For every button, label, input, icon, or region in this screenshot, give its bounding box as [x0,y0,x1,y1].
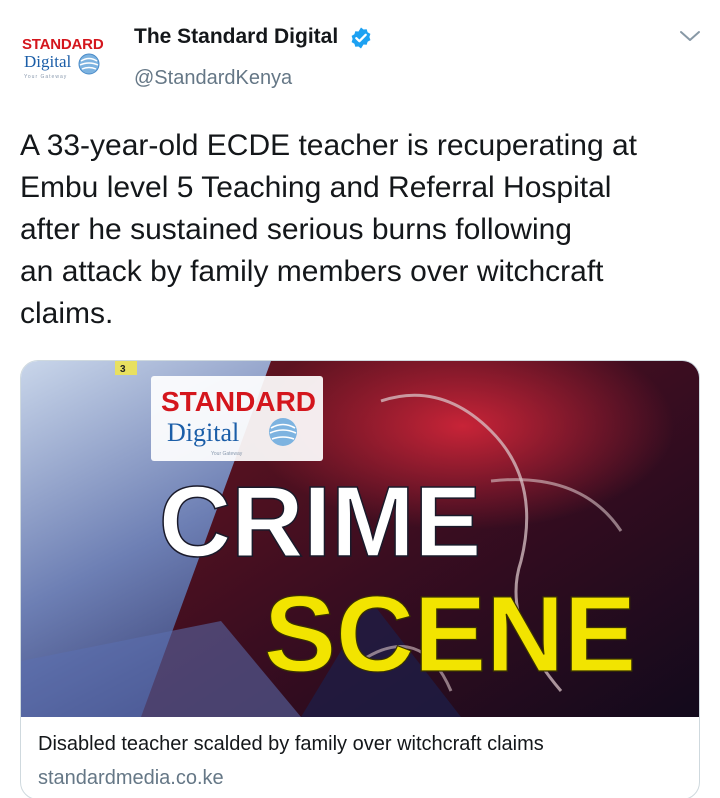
verified-icon [351,27,371,49]
tweet: STANDARD Digital Your Gateway The Standa… [0,0,720,798]
card-tagline: Your Gateway [211,451,243,457]
link-card[interactable]: 3 STANDARD Digital Your Gateway CRIME SC… [20,360,700,798]
globe-icon [78,53,100,75]
tweet-text: A 33-year-old ECDE teacher is recuperati… [20,129,637,330]
card-title[interactable]: Disabled teacher scalded by family over … [38,733,544,756]
avatar-brand-digital: Digital [24,52,72,71]
chevron-down-icon[interactable] [678,28,702,44]
scene-headline: SCENE [264,573,636,694]
avatar[interactable]: STANDARD Digital Your Gateway [20,28,112,92]
card-domain[interactable]: standardmedia.co.ke [38,767,224,790]
card-globe-icon [269,418,297,446]
avatar-brand-standard: STANDARD [22,36,104,53]
card-image: 3 STANDARD Digital Your Gateway CRIME SC… [21,361,699,717]
card-brand-standard: STANDARD [161,386,316,417]
crime-headline: CRIME [159,466,481,578]
svg-text:3: 3 [120,364,126,375]
card-brand-digital: Digital [167,418,239,447]
avatar-tagline: Your Gateway [24,74,68,80]
handle[interactable]: @StandardKenya [134,67,292,90]
display-name[interactable]: The Standard Digital [134,25,338,49]
